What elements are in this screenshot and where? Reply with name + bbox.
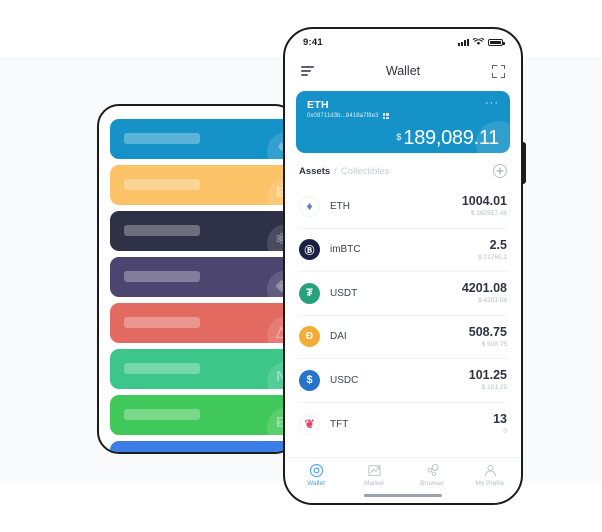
qr-code-icon[interactable] <box>382 113 389 119</box>
more-options-icon[interactable]: ··· <box>485 98 499 109</box>
usdc-coin-icon: $ <box>299 369 320 391</box>
tab-label: My Profile <box>475 480 505 487</box>
tft-coin-icon: ❦ <box>299 413 320 435</box>
asset-row[interactable]: ♦ ETH 1004.01 $ 162517.48 <box>299 185 507 229</box>
placeholder-card[interactable]: ◈ <box>110 257 295 297</box>
wallet-address-row[interactable]: 0x08711d3b...8418a7f8e3 <box>307 113 499 119</box>
total-balance: $ 189,089.11 <box>396 128 499 148</box>
asset-amount: 13 <box>493 412 507 427</box>
placeholder-bar <box>124 271 200 282</box>
tab-market[interactable]: Market <box>345 463 403 487</box>
asset-row[interactable]: ₮ USDT 4201.08 $ 4201.08 <box>299 272 507 316</box>
placeholder-card[interactable]: △ <box>110 303 295 343</box>
app-bar: Wallet <box>285 55 521 87</box>
asset-row[interactable]: $ USDC 101.25 $ 101.25 <box>299 359 507 403</box>
asset-fiat-value: $ 508.75 <box>481 340 507 348</box>
asset-symbol: ETH <box>330 200 350 212</box>
asset-row[interactable]: ❦ TFT 13 0 <box>299 403 507 447</box>
screenshot-stage: ♦Ƀ⚛◈△NɃŁ 9:41 Wallet <box>0 0 602 532</box>
profile-icon <box>483 463 498 478</box>
asset-amount: 1004.01 <box>461 194 507 209</box>
balance-card[interactable]: ··· ETH 0x08711d3b...8418a7f8e3 $ 189,08… <box>296 91 510 153</box>
placeholder-card[interactable]: ♦ <box>110 119 295 159</box>
tab-separator: / <box>334 165 337 177</box>
page-title: Wallet <box>385 64 421 78</box>
status-bar: 9:41 <box>285 29 521 55</box>
imbtc-coin-icon: Ⓑ <box>299 239 320 261</box>
tab-browser[interactable]: Browser <box>403 463 461 487</box>
asset-fiat-value: $ 101.25 <box>481 384 507 392</box>
ethereum-coin-icon: ♦ <box>299 195 320 217</box>
status-time: 9:41 <box>303 36 323 48</box>
placeholder-card-list: ♦Ƀ⚛◈△NɃŁ <box>110 119 295 452</box>
wifi-icon <box>473 38 484 45</box>
asset-values: 1004.01 $ 162517.48 <box>461 194 507 218</box>
tab-my-profile[interactable]: My Profile <box>461 463 519 487</box>
tab-label: Wallet <box>307 480 325 487</box>
asset-amount: 101.25 <box>468 368 507 383</box>
wallet-phone: 9:41 Wallet ··· ETH 0x08711d3b...8418a7f… <box>283 27 523 505</box>
placeholder-phone: ♦Ƀ⚛◈△NɃŁ <box>97 104 297 454</box>
wallet-network-name: ETH <box>307 99 329 111</box>
dai-coin-icon: Đ <box>299 326 320 348</box>
asset-symbol: USDT <box>330 287 358 299</box>
asset-amount: 508.75 <box>468 324 507 339</box>
status-indicators <box>458 38 505 46</box>
asset-values: 13 0 <box>493 412 507 436</box>
tab-collectibles[interactable]: Collectibles <box>341 166 390 177</box>
home-indicator <box>364 493 442 497</box>
placeholder-card[interactable]: N <box>110 349 295 389</box>
asset-values: 2.5 $ 21760.1 <box>478 237 507 261</box>
asset-symbol: USDC <box>330 374 359 386</box>
asset-amount: 4201.08 <box>461 281 507 296</box>
asset-fiat-value: $ 162517.48 <box>470 210 507 218</box>
plus-circle-icon[interactable] <box>493 164 507 178</box>
market-icon <box>367 463 382 478</box>
asset-list: ♦ ETH 1004.01 $ 162517.48 ⒷimBTC 2.5 $ 21760.1… <box>285 185 521 446</box>
placeholder-bar <box>124 225 200 236</box>
asset-row[interactable]: ⒷimBTC 2.5 $ 21760.1 <box>299 229 507 272</box>
asset-symbol: DAI <box>330 331 347 343</box>
asset-values: 101.25 $ 101.25 <box>468 368 507 392</box>
scan-qr-icon[interactable] <box>492 64 505 78</box>
asset-symbol: TFT <box>330 418 349 430</box>
placeholder-bar <box>124 317 200 328</box>
tab-label: Browser <box>420 480 444 487</box>
asset-amount: 2.5 <box>489 237 507 252</box>
wallet-address: 0x08711d3b...8418a7f8e3 <box>307 113 379 119</box>
asset-row[interactable]: Đ DAI 508.75 $ 508.75 <box>299 316 507 359</box>
placeholder-bar <box>124 133 200 144</box>
placeholder-card[interactable]: Ƀ <box>110 165 295 205</box>
cellular-bars-icon <box>458 38 469 46</box>
assets-header: Assets / Collectibles <box>285 153 521 185</box>
balance-value: 189,089.11 <box>403 127 499 149</box>
placeholder-bar <box>124 179 200 190</box>
browser-icon <box>425 463 440 478</box>
tab-label: Market <box>364 480 384 487</box>
asset-fiat-value: $ 4201.08 <box>478 297 507 305</box>
wallet-icon <box>309 463 324 478</box>
asset-fiat-value: 0 <box>503 428 507 436</box>
tether-coin-icon: ₮ <box>299 282 320 304</box>
tab-assets[interactable]: Assets <box>299 166 330 177</box>
battery-icon <box>488 38 505 46</box>
tab-wallet[interactable]: Wallet <box>287 463 345 487</box>
placeholder-card[interactable]: Ł <box>110 441 295 452</box>
asset-values: 508.75 $ 508.75 <box>468 324 507 348</box>
placeholder-bar <box>124 409 200 420</box>
placeholder-card[interactable]: ⚛ <box>110 211 295 251</box>
asset-values: 4201.08 $ 4201.08 <box>461 281 507 305</box>
currency-symbol: $ <box>396 132 402 142</box>
asset-fiat-value: $ 21760.1 <box>478 253 507 261</box>
placeholder-card[interactable]: Ƀ <box>110 395 295 435</box>
placeholder-bar <box>124 363 200 374</box>
asset-symbol: imBTC <box>330 244 361 256</box>
